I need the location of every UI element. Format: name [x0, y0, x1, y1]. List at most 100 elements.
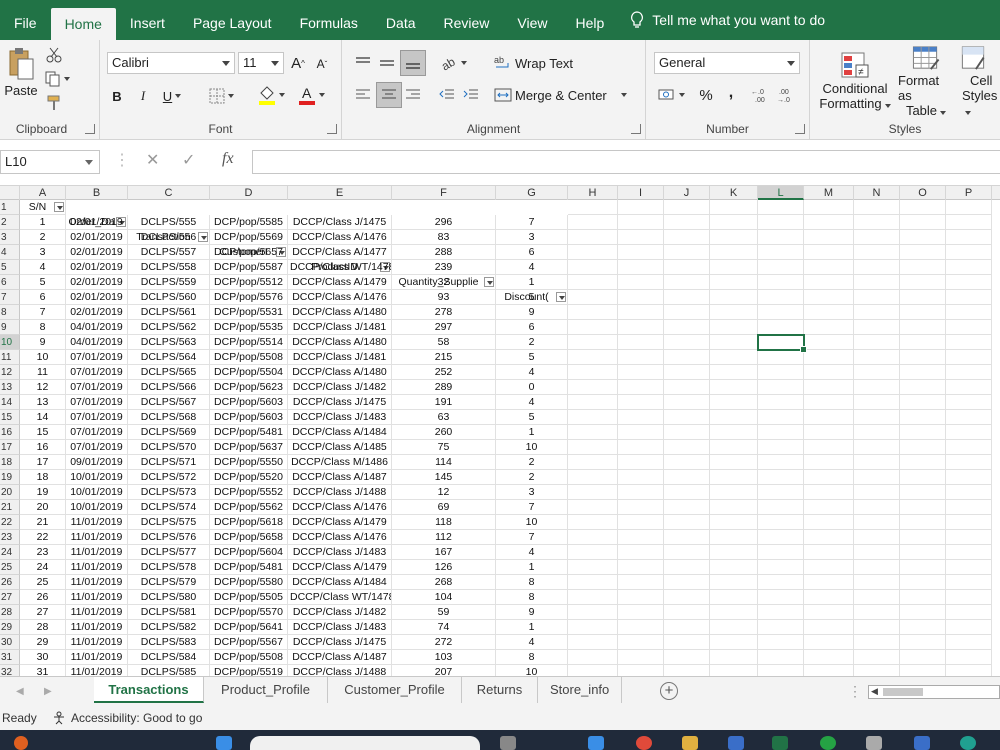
- empty-cell[interactable]: [900, 560, 946, 575]
- cut-button[interactable]: [44, 46, 64, 64]
- empty-cell[interactable]: [758, 575, 804, 590]
- empty-cell[interactable]: [946, 440, 992, 455]
- data-cell[interactable]: DCLPS/557: [128, 245, 210, 260]
- data-cell[interactable]: DCP/pop/5603: [210, 410, 288, 425]
- empty-cell[interactable]: [664, 230, 710, 245]
- row-header[interactable]: 16: [0, 425, 20, 440]
- empty-cell[interactable]: [946, 635, 992, 650]
- empty-cell[interactable]: [854, 305, 900, 320]
- data-cell[interactable]: DCLPS/570: [128, 440, 210, 455]
- data-cell[interactable]: 09/01/2019: [66, 455, 128, 470]
- empty-cell[interactable]: [618, 590, 664, 605]
- horizontal-scrollbar[interactable]: ◀: [868, 685, 1000, 699]
- empty-cell[interactable]: [758, 335, 804, 350]
- filter-dropdown-icon[interactable]: [54, 202, 64, 212]
- empty-cell[interactable]: [710, 305, 758, 320]
- column-header-i[interactable]: I: [618, 186, 664, 200]
- empty-cell[interactable]: [664, 290, 710, 305]
- empty-cell[interactable]: [664, 485, 710, 500]
- empty-cell[interactable]: [618, 500, 664, 515]
- empty-cell[interactable]: [710, 620, 758, 635]
- data-cell[interactable]: DCCP/Class J/1482: [288, 605, 392, 620]
- empty-cell[interactable]: [568, 560, 618, 575]
- empty-cell[interactable]: [664, 350, 710, 365]
- orientation-button[interactable]: ab: [438, 52, 468, 74]
- row-header[interactable]: 15: [0, 410, 20, 425]
- empty-cell[interactable]: [710, 350, 758, 365]
- empty-cell[interactable]: [664, 560, 710, 575]
- empty-cell[interactable]: [804, 575, 854, 590]
- data-cell[interactable]: DCP/pop/5576: [210, 290, 288, 305]
- empty-cell[interactable]: [664, 395, 710, 410]
- data-cell[interactable]: 6: [496, 245, 568, 260]
- empty-cell[interactable]: [900, 200, 946, 215]
- data-cell[interactable]: 7: [496, 500, 568, 515]
- empty-cell[interactable]: [568, 350, 618, 365]
- empty-cell[interactable]: [664, 545, 710, 560]
- empty-cell[interactable]: [804, 515, 854, 530]
- empty-cell[interactable]: [900, 380, 946, 395]
- data-cell[interactable]: 02/01/2019: [66, 275, 128, 290]
- empty-cell[interactable]: [568, 605, 618, 620]
- data-cell[interactable]: 191: [392, 395, 496, 410]
- empty-cell[interactable]: [618, 650, 664, 665]
- empty-cell[interactable]: [758, 470, 804, 485]
- empty-cell[interactable]: [618, 215, 664, 230]
- empty-cell[interactable]: [568, 275, 618, 290]
- row-header[interactable]: 31: [0, 650, 20, 665]
- scroll-left-icon[interactable]: ◀: [871, 686, 878, 697]
- empty-cell[interactable]: [664, 455, 710, 470]
- data-cell[interactable]: 4: [20, 260, 66, 275]
- empty-cell[interactable]: [664, 320, 710, 335]
- tab-formulas[interactable]: Formulas: [286, 0, 372, 40]
- empty-cell[interactable]: [758, 275, 804, 290]
- empty-cell[interactable]: [618, 605, 664, 620]
- empty-cell[interactable]: [758, 245, 804, 260]
- empty-cell[interactable]: [664, 305, 710, 320]
- column-header-j[interactable]: J: [664, 186, 710, 200]
- empty-cell[interactable]: [710, 665, 758, 676]
- data-cell[interactable]: 17: [20, 455, 66, 470]
- data-cell[interactable]: DCCP/Class J/1481: [288, 350, 392, 365]
- data-cell[interactable]: DCCP/Class A/1476: [288, 290, 392, 305]
- percent-button[interactable]: %: [696, 84, 716, 106]
- empty-cell[interactable]: [804, 215, 854, 230]
- data-cell[interactable]: 29: [20, 635, 66, 650]
- empty-cell[interactable]: [854, 215, 900, 230]
- data-cell[interactable]: 278: [392, 305, 496, 320]
- empty-cell[interactable]: [854, 455, 900, 470]
- tab-data[interactable]: Data: [372, 0, 430, 40]
- empty-cell[interactable]: [758, 650, 804, 665]
- data-cell[interactable]: DCP/pop/5520: [210, 470, 288, 485]
- data-cell[interactable]: 02/01/2019: [66, 260, 128, 275]
- data-cell[interactable]: 7: [496, 215, 568, 230]
- column-header-a[interactable]: A: [20, 186, 66, 200]
- empty-cell[interactable]: [946, 560, 992, 575]
- empty-cell[interactable]: [664, 245, 710, 260]
- empty-cell[interactable]: [804, 305, 854, 320]
- column-header-g[interactable]: G: [496, 186, 568, 200]
- empty-cell[interactable]: [946, 335, 992, 350]
- weather-icon[interactable]: [14, 736, 28, 750]
- align-left-button[interactable]: [352, 84, 374, 106]
- data-cell[interactable]: 11/01/2019: [66, 665, 128, 676]
- empty-cell[interactable]: [854, 230, 900, 245]
- empty-cell[interactable]: [804, 200, 854, 215]
- column-header-e[interactable]: E: [288, 186, 392, 200]
- empty-cell[interactable]: [710, 215, 758, 230]
- empty-cell[interactable]: [664, 665, 710, 676]
- empty-cell[interactable]: [568, 395, 618, 410]
- data-cell[interactable]: 11/01/2019: [66, 530, 128, 545]
- empty-cell[interactable]: [900, 350, 946, 365]
- empty-cell[interactable]: [664, 470, 710, 485]
- data-cell[interactable]: DCLPS/580: [128, 590, 210, 605]
- empty-cell[interactable]: [618, 635, 664, 650]
- empty-cell[interactable]: [758, 455, 804, 470]
- data-cell[interactable]: 11/01/2019: [66, 560, 128, 575]
- column-header-c[interactable]: C: [128, 186, 210, 200]
- empty-cell[interactable]: [854, 425, 900, 440]
- empty-cell[interactable]: [758, 440, 804, 455]
- data-cell[interactable]: DCCP/Class J/1482: [288, 380, 392, 395]
- empty-cell[interactable]: [710, 320, 758, 335]
- row-header[interactable]: 13: [0, 380, 20, 395]
